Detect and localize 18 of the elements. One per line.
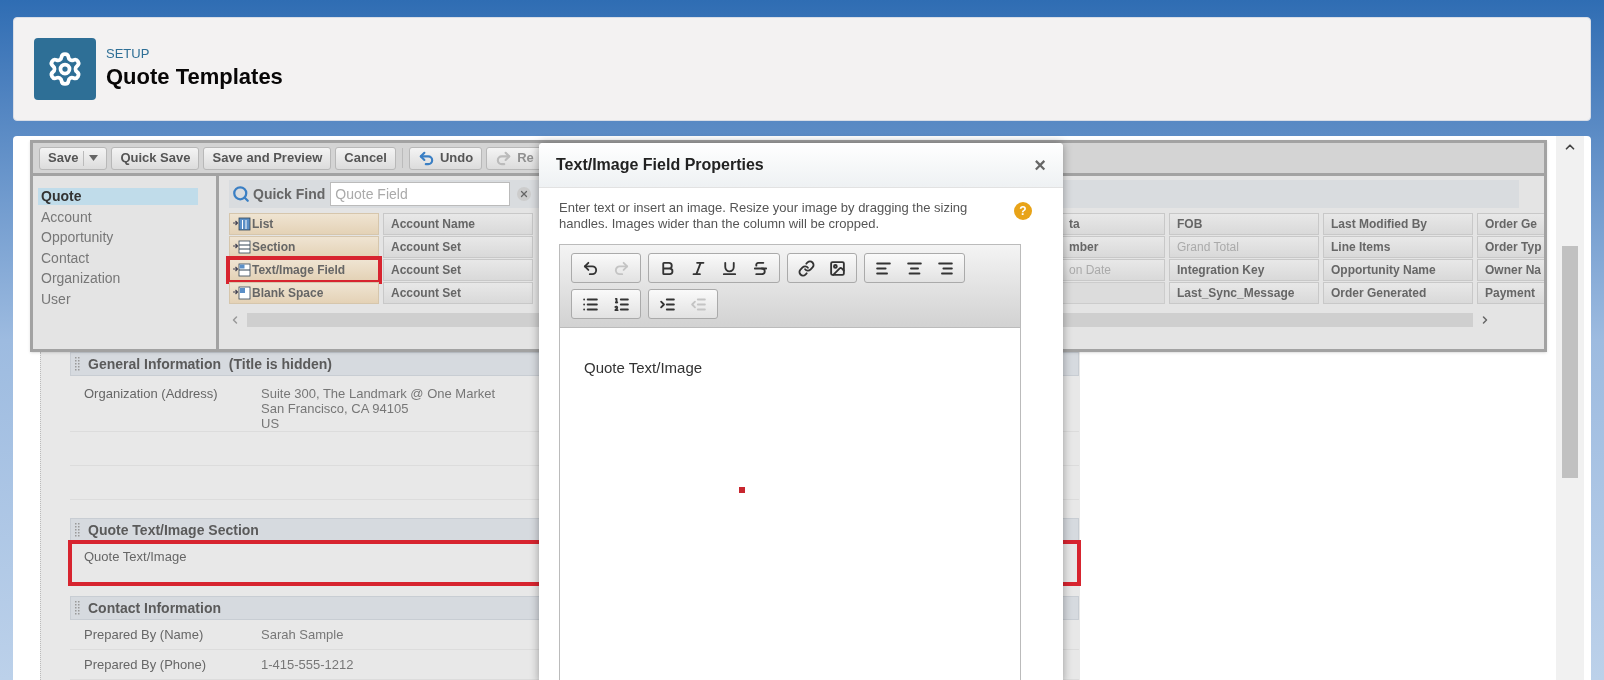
section-title: Contact Information	[88, 598, 221, 618]
field-label: Prepared By (Phone)	[84, 657, 208, 674]
field-label: Organization (Address)	[84, 386, 219, 403]
section-title: General Information (Title is hidden)	[88, 354, 332, 374]
quick-find-label: Quick Find	[253, 184, 326, 204]
field-label: Prepared By (Name)	[84, 627, 205, 644]
section-title: Quote Text/Image Section	[88, 520, 259, 540]
page-title: Quote Templates	[106, 63, 283, 91]
setup-eyebrow: SETUP	[106, 46, 151, 62]
field-value: San Francisco, CA 94105	[261, 401, 410, 416]
field-value: US	[261, 416, 281, 431]
field-value: Sarah Sample	[261, 627, 344, 642]
field-value: 1-415-555-1212	[261, 657, 354, 672]
dialog-title: Text/Image Field Properties	[556, 155, 764, 175]
dialog-description: Enter text or insert an image. Resize your image by dragging the sizing handles. Images wider than the column will be cropped.	[559, 200, 969, 232]
editor-text: Quote Text/Image	[584, 359, 703, 376]
field-value: Suite 300, The Landmark @ One Market	[261, 386, 496, 401]
field-label: Quote Text/Image	[84, 549, 188, 566]
